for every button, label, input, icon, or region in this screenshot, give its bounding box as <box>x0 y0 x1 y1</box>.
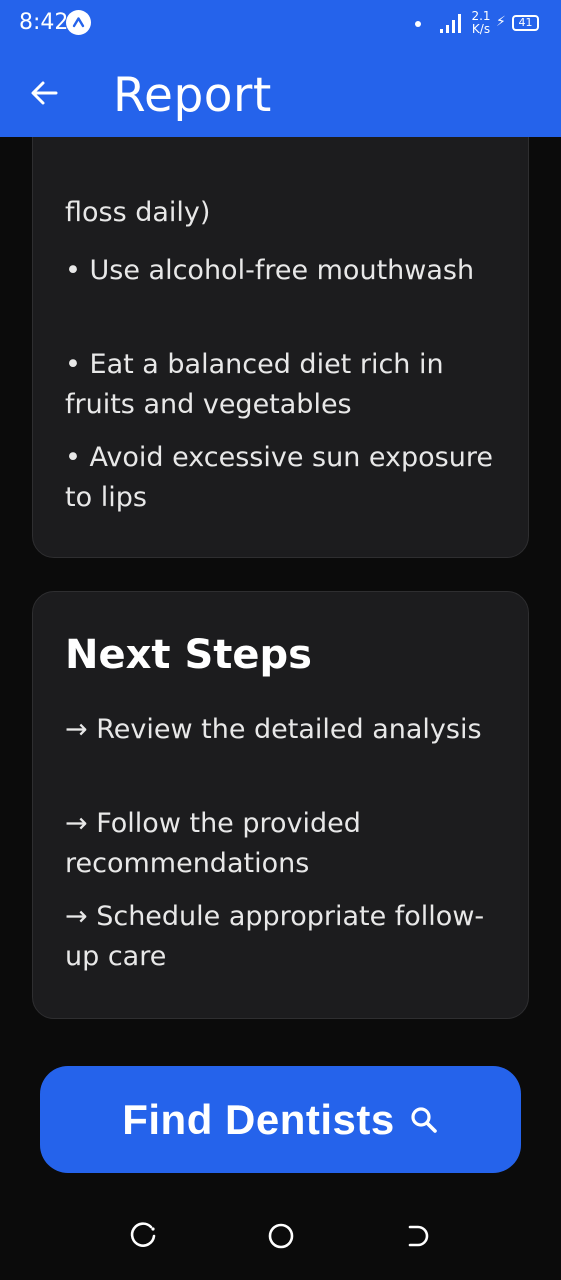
system-back-button[interactable] <box>404 1221 434 1251</box>
find-dentists-label: Find Dentists <box>122 1095 395 1143</box>
find-dentists-button[interactable]: Find Dentists <box>40 1066 521 1173</box>
recent-apps-icon <box>130 1222 156 1247</box>
signal-icon <box>440 12 464 38</box>
back-nav-icon <box>408 1225 429 1247</box>
recommendation-item: • Avoid excessive sun exposure to lips <box>65 442 493 513</box>
notification-dot-icon <box>415 21 421 27</box>
recommendations-card: floss daily) • Use alcohol-free mouthwas… <box>32 137 529 558</box>
home-icon <box>268 1223 294 1249</box>
status-bar: 8:42 2.1 K/s ⚡ 41 <box>0 0 561 50</box>
app-header: 8:42 2.1 K/s ⚡ 41 Report <box>0 0 561 137</box>
battery-icon: 41 <box>512 15 539 31</box>
app-notification-icon <box>66 10 91 35</box>
battery-level: 41 <box>518 16 533 29</box>
arrow-left-icon <box>31 81 58 105</box>
back-button[interactable] <box>24 72 66 114</box>
next-steps-title: Next Steps <box>65 632 312 678</box>
network-speed: 2.1 K/s <box>466 10 496 36</box>
search-icon <box>411 1106 437 1133</box>
status-time: 8:42 <box>19 10 69 35</box>
page-title: Report <box>113 68 272 123</box>
recommendation-cut-line: floss daily) <box>65 197 211 228</box>
next-step-item: → Schedule appropriate follow-up care <box>65 901 485 972</box>
recommendation-item: • Use alcohol-free mouthwash <box>65 255 475 286</box>
system-nav-bar <box>0 1192 561 1280</box>
charging-icon: ⚡ <box>496 14 506 30</box>
next-steps-card: Next Steps → Review the detailed analysi… <box>32 591 529 1019</box>
network-speed-unit: K/s <box>471 22 491 36</box>
recommendation-item: • Eat a balanced diet rich in fruits and… <box>65 349 444 420</box>
next-step-item: → Review the detailed analysis <box>65 714 482 745</box>
report-content[interactable]: floss daily) • Use alcohol-free mouthwas… <box>0 137 561 1192</box>
home-button[interactable] <box>266 1221 296 1251</box>
recent-apps-button[interactable] <box>129 1221 159 1251</box>
next-step-item: → Follow the provided recommendations <box>65 808 361 879</box>
